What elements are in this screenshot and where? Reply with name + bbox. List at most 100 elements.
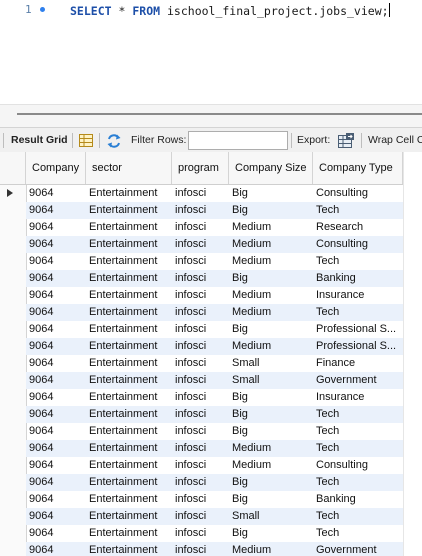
result-grid-tab[interactable]: Result Grid [11, 128, 68, 153]
cell-company[interactable]: 9064 [26, 185, 86, 202]
column-header-program[interactable]: program [172, 152, 229, 184]
refresh-icon[interactable] [106, 133, 122, 149]
cell-sector[interactable]: Entertainment [86, 355, 172, 372]
wrap-cell-toggle[interactable]: Wrap Cell C [368, 128, 422, 153]
row-gutter[interactable] [0, 372, 27, 389]
cell-company-size[interactable]: Big [229, 389, 313, 406]
cell-company[interactable]: 9064 [26, 338, 86, 355]
cell-company-size[interactable]: Medium [229, 236, 313, 253]
cell-company[interactable]: 9064 [26, 423, 86, 440]
filter-rows-input[interactable] [188, 131, 288, 150]
cell-sector[interactable]: Entertainment [86, 287, 172, 304]
cell-company-size[interactable]: Big [229, 270, 313, 287]
cell-company-type[interactable]: Tech [313, 253, 403, 270]
row-gutter[interactable] [0, 185, 27, 202]
cell-sector[interactable]: Entertainment [86, 525, 172, 542]
cell-company-type[interactable]: Professional S... [313, 321, 403, 338]
table-row[interactable]: 9064 Entertainment infosci Big Tech [0, 202, 403, 219]
row-gutter[interactable] [0, 423, 27, 440]
cell-company[interactable]: 9064 [26, 202, 86, 219]
row-gutter[interactable] [0, 253, 27, 270]
cell-company-size[interactable]: Medium [229, 457, 313, 474]
cell-company-size[interactable]: Small [229, 508, 313, 525]
cell-company[interactable]: 9064 [26, 440, 86, 457]
cell-company-size[interactable]: Big [229, 321, 313, 338]
sql-editor[interactable]: 1 SELECT * FROM ischool_final_project.jo… [0, 0, 422, 104]
row-gutter[interactable] [0, 202, 27, 219]
table-row[interactable]: 9064 Entertainment infosci Small Government [0, 372, 403, 389]
cell-sector[interactable]: Entertainment [86, 270, 172, 287]
cell-program[interactable]: infosci [172, 202, 229, 219]
row-gutter[interactable] [0, 219, 27, 236]
export-icon[interactable] [337, 132, 355, 150]
table-row[interactable]: 9064 Entertainment infosci Big Consulting [0, 185, 403, 202]
cell-company-size[interactable]: Big [229, 423, 313, 440]
column-header-company-type[interactable]: Company Type [313, 152, 403, 184]
cell-program[interactable]: infosci [172, 270, 229, 287]
cell-company[interactable]: 9064 [26, 508, 86, 525]
cell-sector[interactable]: Entertainment [86, 423, 172, 440]
cell-company-size[interactable]: Big [229, 406, 313, 423]
table-row[interactable]: 9064 Entertainment infosci Big Professional … [0, 321, 403, 338]
cell-company-type[interactable]: Insurance [313, 389, 403, 406]
cell-sector[interactable]: Entertainment [86, 185, 172, 202]
cell-sector[interactable]: Entertainment [86, 406, 172, 423]
cell-sector[interactable]: Entertainment [86, 236, 172, 253]
cell-program[interactable]: infosci [172, 406, 229, 423]
row-gutter[interactable] [0, 321, 27, 338]
row-gutter[interactable] [0, 338, 27, 355]
cell-company-size[interactable]: Big [229, 525, 313, 542]
cell-sector[interactable]: Entertainment [86, 321, 172, 338]
cell-company[interactable]: 9064 [26, 542, 86, 556]
table-row[interactable]: 9064 Entertainment infosci Small Tech [0, 508, 403, 525]
cell-program[interactable]: infosci [172, 219, 229, 236]
cell-sector[interactable]: Entertainment [86, 474, 172, 491]
cell-company[interactable]: 9064 [26, 474, 86, 491]
cell-company-size[interactable]: Small [229, 355, 313, 372]
cell-company-size[interactable]: Medium [229, 542, 313, 556]
cell-company-type[interactable]: Tech [313, 525, 403, 542]
row-gutter[interactable] [0, 508, 27, 525]
row-gutter[interactable] [0, 389, 27, 406]
table-row[interactable]: 9064 Entertainment infosci Medium Insurance [0, 287, 403, 304]
row-gutter[interactable] [0, 236, 27, 253]
vertical-scrollbar[interactable] [403, 152, 422, 556]
column-header-company-size[interactable]: Company Size [229, 152, 313, 184]
cell-company-type[interactable]: Professional S... [313, 338, 403, 355]
cell-company-type[interactable]: Tech [313, 508, 403, 525]
table-row[interactable]: 9064 Entertainment infosci Small Finance [0, 355, 403, 372]
cell-sector[interactable]: Entertainment [86, 304, 172, 321]
row-gutter[interactable] [0, 542, 27, 556]
table-row[interactable]: 9064 Entertainment infosci Medium Tech [0, 253, 403, 270]
row-gutter[interactable] [0, 304, 27, 321]
cell-program[interactable]: infosci [172, 440, 229, 457]
cell-sector[interactable]: Entertainment [86, 372, 172, 389]
cell-company-size[interactable]: Medium [229, 440, 313, 457]
table-row[interactable]: 9064 Entertainment infosci Big Insurance [0, 389, 403, 406]
cell-company[interactable]: 9064 [26, 287, 86, 304]
table-row[interactable]: 9064 Entertainment infosci Medium Consulting [0, 236, 403, 253]
column-header-company[interactable]: Company [26, 152, 86, 184]
cell-program[interactable]: infosci [172, 423, 229, 440]
cell-company-size[interactable]: Big [229, 491, 313, 508]
table-row[interactable]: 9064 Entertainment infosci Big Tech [0, 406, 403, 423]
cell-company-type[interactable]: Finance [313, 355, 403, 372]
cell-program[interactable]: infosci [172, 304, 229, 321]
table-row[interactable]: 9064 Entertainment infosci Big Banking [0, 491, 403, 508]
cell-program[interactable]: infosci [172, 525, 229, 542]
row-gutter[interactable] [0, 270, 27, 287]
cell-company-type[interactable]: Banking [313, 270, 403, 287]
cell-company-size[interactable]: Big [229, 202, 313, 219]
cell-company-type[interactable]: Tech [313, 423, 403, 440]
cell-sector[interactable]: Entertainment [86, 253, 172, 270]
table-row[interactable]: 9064 Entertainment infosci Big Tech [0, 525, 403, 542]
table-row[interactable]: 9064 Entertainment infosci Big Banking [0, 270, 403, 287]
cell-program[interactable]: infosci [172, 355, 229, 372]
cell-program[interactable]: infosci [172, 185, 229, 202]
cell-sector[interactable]: Entertainment [86, 338, 172, 355]
grid-view-icon[interactable] [79, 134, 93, 147]
cell-company-size[interactable]: Medium [229, 304, 313, 321]
cell-program[interactable]: infosci [172, 321, 229, 338]
table-row[interactable]: 9064 Entertainment infosci Medium Consulting [0, 457, 403, 474]
cell-program[interactable]: infosci [172, 253, 229, 270]
